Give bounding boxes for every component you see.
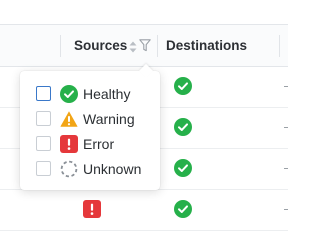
column-divider — [279, 35, 280, 57]
truncated-cell — [284, 127, 288, 128]
sources-column-header[interactable]: Sources — [74, 25, 127, 67]
destination-healthy-icon — [174, 159, 192, 177]
filter-option-label: Warning — [83, 111, 135, 127]
healthy-checkbox[interactable] — [36, 86, 51, 101]
status-filter-popover: Healthy Warning Error Unknown — [20, 63, 160, 190]
filter-option-label: Healthy — [83, 86, 131, 102]
unknown-checkbox[interactable] — [36, 161, 51, 176]
warning-checkbox[interactable] — [36, 111, 51, 126]
destination-healthy-icon — [174, 200, 192, 218]
filter-option-label: Unknown — [83, 161, 142, 177]
truncated-cell — [284, 209, 288, 210]
check-circle-icon — [60, 85, 78, 103]
table-header: Sources Destinations — [0, 24, 288, 67]
error-square-icon — [60, 135, 78, 153]
destination-healthy-icon — [174, 118, 192, 136]
filter-option-warning[interactable]: Warning — [20, 107, 160, 132]
error-checkbox[interactable] — [36, 136, 51, 151]
column-divider — [157, 35, 158, 57]
sort-icon[interactable] — [129, 40, 137, 53]
filter-option-error[interactable]: Error — [20, 132, 160, 157]
warning-triangle-icon — [60, 110, 78, 128]
filter-option-unknown[interactable]: Unknown — [20, 157, 160, 182]
source-error-icon — [83, 200, 101, 218]
column-divider — [60, 35, 61, 57]
destinations-column-header[interactable]: Destinations — [166, 25, 247, 67]
filter-icon[interactable] — [139, 39, 151, 52]
row-separator — [0, 230, 288, 231]
truncated-cell — [284, 86, 288, 87]
dashed-circle-icon — [60, 160, 78, 178]
filter-option-healthy[interactable]: Healthy — [20, 82, 160, 107]
filter-option-label: Error — [83, 136, 115, 152]
destination-healthy-icon — [174, 77, 192, 95]
truncated-cell — [284, 168, 288, 169]
